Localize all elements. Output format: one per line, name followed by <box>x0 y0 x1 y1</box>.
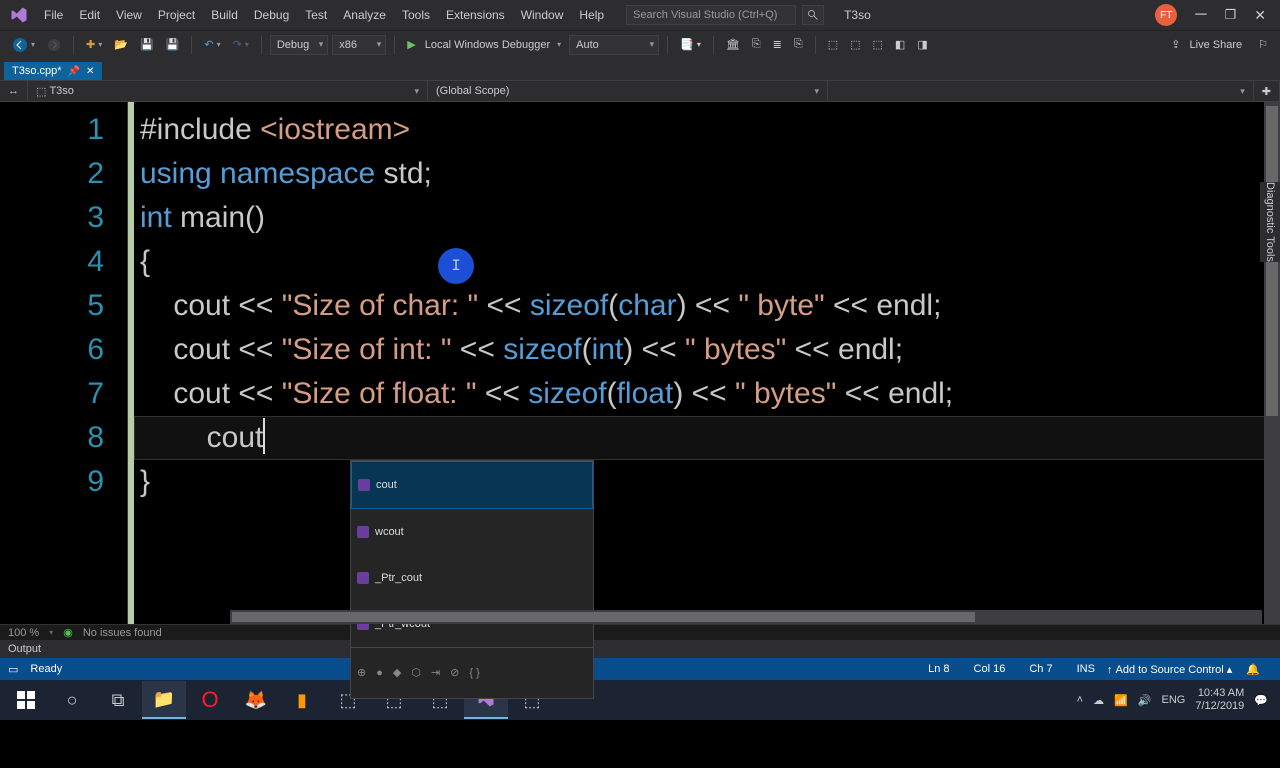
toolbar-icon-4[interactable]: ≣ <box>769 34 786 56</box>
start-button[interactable] <box>4 681 48 719</box>
start-debug-button[interactable]: ▶ Local Windows Debugger▾ <box>403 34 565 56</box>
zoom-level[interactable]: 100 % <box>8 627 39 639</box>
search-placeholder: Search Visual Studio (Ctrl+Q) <box>633 9 777 21</box>
save-all-button[interactable]: 💾 <box>162 34 184 56</box>
code-line[interactable]: } <box>140 460 1280 504</box>
menu-window[interactable]: Window <box>513 0 572 30</box>
code-line[interactable]: { <box>140 240 1280 284</box>
code-line[interactable]: cout <box>140 416 1280 460</box>
platform-select[interactable]: x86 <box>332 35 386 55</box>
intellisense-filter-icon[interactable]: ⊘ <box>450 651 459 695</box>
member-context-select[interactable] <box>828 81 1254 101</box>
save-button[interactable]: 💾 <box>136 34 158 56</box>
status-ready: Ready <box>18 663 74 675</box>
toolbar-icon-5[interactable]: ⎘ <box>790 34 807 56</box>
menu-test[interactable]: Test <box>297 0 335 30</box>
horizontal-scroll-thumb[interactable] <box>232 612 975 622</box>
magnifier-icon <box>807 9 819 21</box>
navigation-bar: ↔ ⬚ T3so (Global Scope) ✚ <box>0 80 1280 102</box>
visual-studio-logo-icon <box>10 6 28 24</box>
nav-fwd-button[interactable] <box>43 34 65 56</box>
line-number-gutter: 123456789 <box>0 102 122 624</box>
nav-back-button[interactable]: ▾ <box>8 34 39 56</box>
undo-button[interactable]: ↶▾ <box>200 34 224 56</box>
code-line[interactable]: cout << "Size of int: " << sizeof(int) <… <box>140 328 1280 372</box>
live-share-button[interactable]: ⇪ Live Share <box>1167 34 1246 56</box>
user-avatar[interactable]: FT <box>1155 4 1177 26</box>
code-line[interactable]: #include <iostream> <box>140 108 1280 152</box>
code-line[interactable]: cout << "Size of float: " << sizeof(floa… <box>140 372 1280 416</box>
search-button[interactable] <box>802 5 824 25</box>
intellisense-filter-icon[interactable]: ● <box>376 651 383 695</box>
toolbar-icon-3[interactable]: ⎘ <box>748 34 765 56</box>
intellisense-filter-bar[interactable]: ⊕●◆⬡⇥⊘ { } <box>351 647 593 698</box>
pin-icon[interactable]: 📌 <box>68 66 80 77</box>
toolbar-icon-8[interactable]: ⬚ <box>869 34 887 56</box>
code-line[interactable]: int main() <box>140 196 1280 240</box>
intellisense-filter-icon[interactable]: { } <box>469 651 479 695</box>
menu-edit[interactable]: Edit <box>71 0 108 30</box>
toolbar-icon-9[interactable]: ◧ <box>891 34 909 56</box>
toolbar-icon-7[interactable]: ⬚ <box>846 34 864 56</box>
code-line[interactable]: cout << "Size of char: " << sizeof(char)… <box>140 284 1280 328</box>
intellisense-filter-icon[interactable]: ⇥ <box>431 651 440 695</box>
auto-select[interactable]: Auto <box>569 35 659 55</box>
intellisense-item[interactable]: wcout <box>351 509 593 555</box>
split-editor-icon[interactable]: ✚ <box>1254 81 1280 101</box>
menu-analyze[interactable]: Analyze <box>335 0 394 30</box>
redo-button[interactable]: ↷▾ <box>229 34 253 56</box>
menu-tools[interactable]: Tools <box>394 0 438 30</box>
config-select[interactable]: Debug <box>270 35 328 55</box>
scope-context-select[interactable]: (Global Scope) <box>428 81 828 101</box>
close-button[interactable]: ✕ <box>1254 7 1266 24</box>
search-input[interactable]: Search Visual Studio (Ctrl+Q) <box>626 5 796 25</box>
context-icon[interactable]: ↔ <box>0 81 28 101</box>
menu-file[interactable]: File <box>36 0 71 30</box>
intellisense-filter-icon[interactable]: ◆ <box>393 651 401 695</box>
taskview-icon[interactable]: ⧉ <box>96 681 140 719</box>
open-button[interactable]: 📂 <box>110 34 132 56</box>
document-tabs: T3so.cpp* 📌 ✕ <box>0 58 1280 80</box>
intellisense-item[interactable]: _Ptr_wcout <box>351 601 593 647</box>
menu-build[interactable]: Build <box>203 0 246 30</box>
toolbar-icon-1[interactable]: 📑▾ <box>676 34 705 56</box>
no-issues-icon: ◉ <box>63 626 73 639</box>
code-surface[interactable]: #include <iostream>using namespace std;i… <box>134 102 1280 624</box>
toolbar-icon-10[interactable]: ◨ <box>913 34 931 56</box>
member-icon <box>357 572 369 584</box>
menubar: FileEditViewProjectBuildDebugTestAnalyze… <box>0 0 1280 30</box>
feedback-button[interactable]: ⚐ <box>1254 34 1272 56</box>
menu-extensions[interactable]: Extensions <box>438 0 513 30</box>
menu-debug[interactable]: Debug <box>246 0 297 30</box>
output-label: Output <box>8 643 41 655</box>
horizontal-scrollbar[interactable] <box>230 610 1262 624</box>
project-context-select[interactable]: ⬚ T3so <box>28 81 428 101</box>
maximize-button[interactable]: ❐ <box>1225 7 1237 23</box>
status-ready-icon: ▭ <box>8 663 18 676</box>
intellisense-filter-icon[interactable]: ⊕ <box>357 651 366 695</box>
windows-logo-icon <box>17 691 35 709</box>
tab-close-icon[interactable]: ✕ <box>86 66 94 77</box>
tab-label: T3so.cpp* <box>12 65 62 77</box>
main-toolbar: ▾ ✚▾ 📂 💾 💾 ↶▾ ↷▾ Debug x86 ▶ Local Windo… <box>0 30 1280 58</box>
menu-view[interactable]: View <box>108 0 150 30</box>
menu-project[interactable]: Project <box>150 0 203 30</box>
new-button[interactable]: ✚▾ <box>82 34 106 56</box>
toolbar-icon-2[interactable]: 🏛 <box>722 34 744 56</box>
active-tab[interactable]: T3so.cpp* 📌 ✕ <box>4 62 102 80</box>
toolbar-icon-6[interactable]: ⬚ <box>824 34 842 56</box>
cortana-icon[interactable]: ○ <box>50 681 94 719</box>
intellisense-item[interactable]: _Ptr_cout <box>351 555 593 601</box>
intellisense-filter-icon[interactable]: ⬡ <box>411 651 421 695</box>
minimize-button[interactable]: ─ <box>1195 6 1206 24</box>
menu-help[interactable]: Help <box>571 0 612 30</box>
project-title: T3so <box>844 8 871 22</box>
member-icon <box>357 526 369 538</box>
code-line[interactable]: using namespace std; <box>140 152 1280 196</box>
code-editor[interactable]: 123456789 #include <iostream>using names… <box>0 102 1280 624</box>
